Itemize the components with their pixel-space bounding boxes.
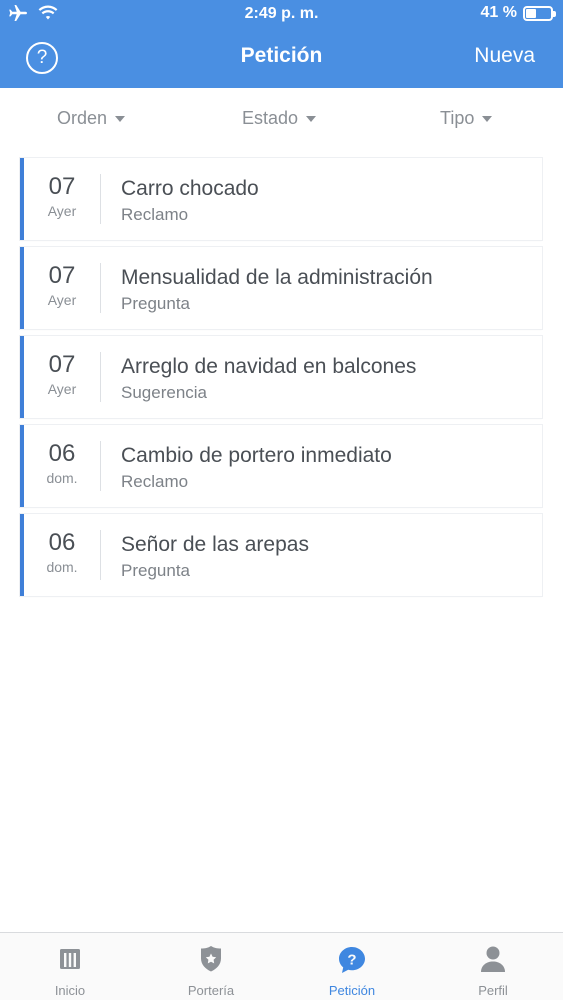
- request-title: Carro chocado: [121, 177, 259, 200]
- request-day: 07: [48, 173, 76, 200]
- date-divider: [100, 352, 101, 402]
- date-divider: [100, 263, 101, 313]
- request-type: Pregunta: [121, 561, 190, 580]
- request-date: 06 dom.: [24, 528, 100, 576]
- request-card[interactable]: 07 Ayer Carro chocado Reclamo: [20, 158, 542, 240]
- date-divider: [100, 174, 101, 224]
- filter-bar: Orden Estado Tipo: [0, 88, 563, 150]
- request-type: Sugerencia: [121, 383, 208, 402]
- request-card[interactable]: 06 dom. Cambio de portero inmediato Recl…: [20, 425, 542, 507]
- battery-percent: 41 %: [480, 4, 517, 21]
- request-title: Mensualidad de la administración: [121, 266, 433, 289]
- request-day: 06: [48, 529, 76, 556]
- request-weekday: Ayer: [47, 381, 77, 397]
- badge-icon: [201, 946, 221, 972]
- request-card[interactable]: 06 dom. Señor de las arepas Pregunta: [20, 514, 542, 596]
- request-day: 07: [48, 351, 76, 378]
- request-day: 06: [48, 440, 76, 467]
- request-weekday: Ayer: [47, 292, 77, 308]
- battery-fill: [526, 8, 536, 18]
- request-card[interactable]: 07 Ayer Arreglo de navidad en balcones S…: [20, 336, 542, 418]
- status-right: 41 %: [480, 4, 556, 22]
- question-bubble-icon: ?: [339, 947, 365, 973]
- new-request-button[interactable]: Nueva: [474, 44, 535, 68]
- tab-peticion[interactable]: ? Petición: [282, 933, 422, 1000]
- date-divider: [100, 530, 101, 580]
- status-bar: 2:49 p. m. 41 %: [0, 0, 563, 30]
- filter-label: Tipo: [440, 108, 475, 128]
- filter-label: Orden: [57, 108, 108, 128]
- caret-down-icon: [306, 115, 317, 122]
- request-type: Reclamo: [121, 472, 189, 491]
- tab-perfil[interactable]: Perfil: [423, 933, 563, 1000]
- request-date: 06 dom.: [24, 439, 100, 487]
- request-title: Arreglo de navidad en balcones: [121, 355, 417, 378]
- tab-label: Inicio: [54, 983, 86, 998]
- request-date: 07 Ayer: [24, 172, 100, 220]
- tab-porteria[interactable]: Portería: [141, 933, 281, 1000]
- status-time: 2:49 p. m.: [244, 5, 319, 22]
- tab-label: Portería: [187, 983, 235, 998]
- caret-down-icon: [115, 115, 126, 122]
- request-day: 07: [48, 262, 76, 289]
- request-type: Reclamo: [121, 205, 189, 224]
- request-title: Señor de las arepas: [121, 533, 309, 556]
- request-list: 07 Ayer Carro chocado Reclamo 07 Ayer Me…: [20, 158, 542, 603]
- person-icon: [481, 946, 505, 972]
- tab-label: Perfil: [478, 983, 508, 998]
- request-weekday: dom.: [46, 559, 78, 575]
- nav-bar: ? Petición Nueva: [0, 30, 563, 86]
- filter-orden[interactable]: Orden: [57, 108, 126, 129]
- request-date: 07 Ayer: [24, 350, 100, 398]
- request-card[interactable]: 07 Ayer Mensualidad de la administración…: [20, 247, 542, 329]
- tab-bar: Inicio Portería ? Petición Perfil: [0, 932, 563, 1000]
- battery-icon: [523, 5, 556, 21]
- filter-estado[interactable]: Estado: [242, 108, 317, 129]
- caret-down-icon: [482, 115, 493, 122]
- svg-text:?: ?: [347, 952, 356, 969]
- request-weekday: Ayer: [47, 203, 77, 219]
- building-icon: [60, 949, 80, 969]
- request-type: Pregunta: [121, 294, 190, 313]
- filter-label: Estado: [242, 108, 299, 128]
- tab-label: Petición: [328, 983, 376, 998]
- app-header: 2:49 p. m. 41 % ? Petición Nueva: [0, 0, 563, 88]
- request-date: 07 Ayer: [24, 261, 100, 309]
- request-weekday: dom.: [46, 470, 78, 486]
- date-divider: [100, 441, 101, 491]
- request-title: Cambio de portero inmediato: [121, 444, 392, 467]
- tab-inicio[interactable]: Inicio: [0, 933, 140, 1000]
- filter-tipo[interactable]: Tipo: [440, 108, 493, 129]
